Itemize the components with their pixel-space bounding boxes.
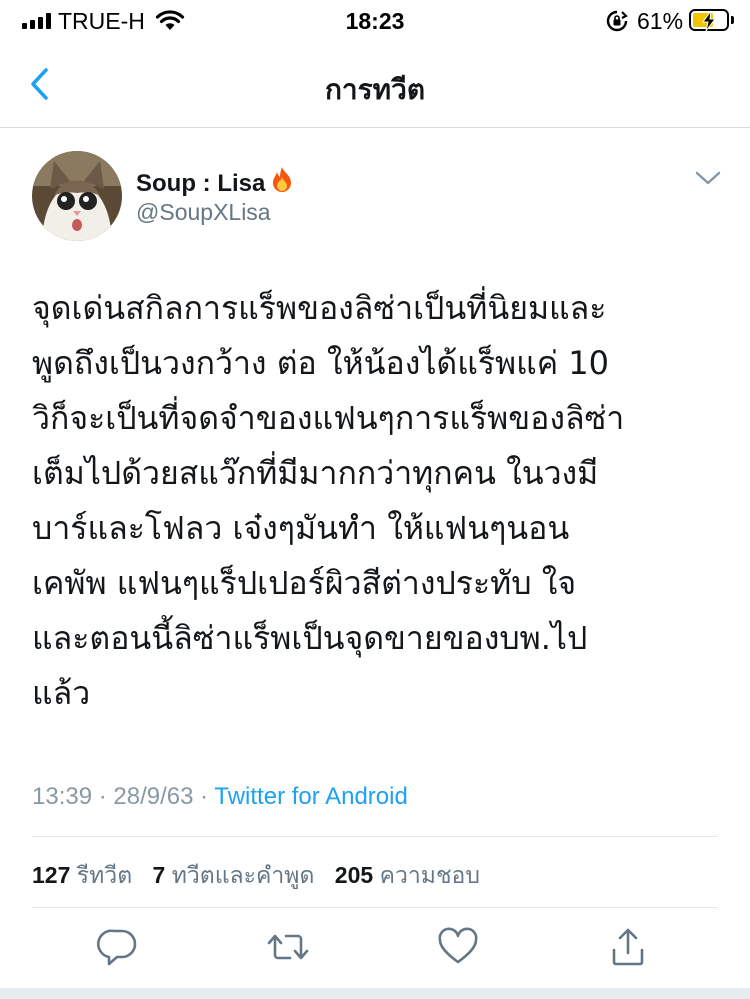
divider (32, 836, 718, 837)
retweets-count: 127 (32, 862, 71, 888)
tweet-line: บาร์และโฟลว เจ๋งๆมันทำ ให้แฟนๆนอน (32, 509, 570, 547)
heart-icon[interactable] (436, 925, 480, 969)
fire-icon (269, 166, 295, 201)
next-section-edge (0, 988, 750, 999)
tweet-meta: 13:39 · 28/9/63 · Twitter for Android (32, 783, 408, 811)
tweet-line: เคพัพ แฟนๆแร็ปเปอร์ผิวสีต่างประทับ ใจ (32, 564, 577, 602)
retweet-icon[interactable] (266, 925, 310, 969)
author-handle[interactable]: @SoupXLisa (136, 199, 271, 226)
tweet-line: จุดเด่นสกิลการแร็พของลิซ่าเป็นที่นิยมและ (32, 289, 607, 327)
tweet-stats: 127 รีทวีต 7 ทวีตและคำพูด 205 ความชอบ (32, 858, 480, 894)
tweet-line: เต็มไปด้วยสแว๊กที่มีมากกว่าทุกคน ในวงมี (32, 454, 599, 492)
chevron-down-icon[interactable] (694, 168, 722, 188)
reply-icon[interactable] (96, 925, 140, 969)
author-name-text: Soup : Lisa (136, 170, 266, 197)
tweet-text: จุดเด่นสกิลการแร็พของลิซ่าเป็นที่นิยมและ… (32, 281, 722, 721)
author-name[interactable]: Soup : Lisa (136, 166, 295, 201)
tweet-time: 13:39 (32, 783, 93, 810)
retweets-label: รีทวีต (76, 862, 133, 888)
meta-separator: · (98, 783, 107, 810)
likes-label: ความชอบ (379, 862, 480, 888)
meta-separator: · (200, 783, 209, 810)
tweet-line: และตอนนี้ลิซ่าแร็พเป็นจุดขายของบพ.ไป (32, 619, 588, 657)
tweet-source-link[interactable]: Twitter for Android (214, 783, 407, 810)
tweet-line: พูดถึงเป็นวงกว้าง ต่อ ให้น้องได้แร็พแค่ … (32, 344, 610, 382)
status-bar: TRUE-H 18:23 61% (0, 0, 750, 42)
retweets-stat[interactable]: 127 รีทวีต (32, 862, 132, 888)
tweet-line: วิก็จะเป็นที่จดจำของแฟนๆการแร็พของลิซ่า (32, 399, 625, 437)
rotation-lock-icon (605, 9, 629, 38)
likes-count: 205 (334, 862, 374, 888)
navigation-bar: การทวีต (0, 42, 750, 128)
likes-stat[interactable]: 205 ความชอบ (335, 862, 480, 888)
battery-cap (731, 16, 734, 24)
tweet-date: 28/9/63 (113, 783, 194, 810)
divider (32, 907, 718, 908)
share-icon[interactable] (606, 925, 650, 969)
tweet-line: แล้ว (32, 674, 91, 712)
quotes-stat[interactable]: 7 ทวีตและคำพูด (153, 862, 315, 888)
avatar[interactable] (32, 151, 122, 241)
page-title: การทวีต (324, 74, 426, 105)
battery-icon (689, 9, 729, 32)
battery-percent: 61% (637, 8, 684, 34)
tweet-actions (0, 925, 750, 973)
quotes-label: ทวีตและคำพูด (171, 862, 315, 888)
quotes-count: 7 (152, 862, 166, 888)
